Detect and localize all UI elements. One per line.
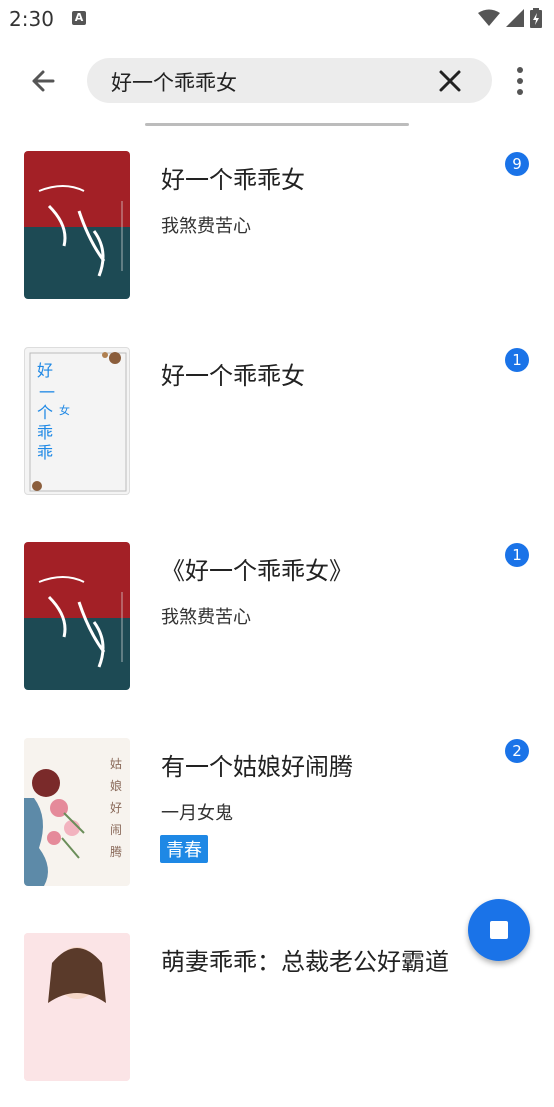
back-button[interactable] — [25, 63, 61, 99]
book-cover: 姑 娘 好 闹 腾 — [24, 738, 130, 886]
book-title: 有一个姑娘好闹腾 — [161, 753, 353, 781]
svg-text:个: 个 — [37, 403, 53, 422]
genre-tag: 青春 — [160, 835, 208, 863]
book-title: 好一个乖乖女 — [161, 362, 305, 390]
book-title: 萌妻乖乖：总裁老公好霸道 — [161, 948, 449, 976]
close-icon — [439, 70, 461, 92]
status-bar: 2:30 A — [0, 0, 554, 40]
more-vert-icon — [517, 67, 523, 95]
list-item[interactable]: 好一个乖乖女 我煞费苦心 9 — [0, 130, 554, 325]
book-author: 一月女鬼 — [161, 803, 233, 824]
book-cover — [24, 542, 130, 690]
scroll-indicator — [145, 123, 409, 126]
notification-icon: A — [72, 11, 86, 25]
svg-text:乖: 乖 — [37, 423, 53, 442]
svg-text:乖: 乖 — [37, 443, 53, 462]
more-options-button[interactable] — [510, 64, 530, 98]
stop-icon — [490, 921, 508, 939]
svg-text:腾: 腾 — [110, 844, 122, 859]
book-title: 《好一个乖乖女》 — [161, 557, 353, 585]
clear-search-button[interactable] — [438, 69, 462, 93]
status-time: 2:30 — [9, 7, 54, 31]
chapter-count-badge: 2 — [505, 739, 529, 763]
book-title: 好一个乖乖女 — [161, 166, 305, 194]
list-item[interactable]: 《好一个乖乖女》 我煞费苦心 1 — [0, 521, 554, 716]
search-toolbar: 好一个乖乖女 — [0, 50, 554, 110]
list-item[interactable]: 姑 娘 好 闹 腾 有一个姑娘好闹腾 一月女鬼 青春 2 — [0, 717, 554, 912]
svg-text:姑: 姑 — [110, 757, 122, 771]
wifi-icon — [478, 9, 500, 26]
arrow-back-icon — [32, 70, 55, 92]
list-item[interactable]: 好 一 个 女 乖 乖 好一个乖乖女 1 — [0, 326, 554, 521]
book-cover: 好 一 个 女 乖 乖 — [24, 347, 130, 495]
book-cover — [24, 151, 130, 299]
search-input[interactable]: 好一个乖乖女 — [111, 67, 237, 97]
chapter-count-badge: 9 — [505, 152, 529, 176]
chapter-count-badge: 1 — [505, 543, 529, 567]
svg-text:娘: 娘 — [110, 778, 122, 793]
signal-icon — [506, 9, 524, 27]
stop-fab-button[interactable] — [468, 899, 530, 961]
svg-text:好: 好 — [110, 801, 122, 815]
book-author: 我煞费苦心 — [161, 216, 251, 237]
svg-text:女: 女 — [59, 403, 70, 417]
battery-icon — [530, 8, 542, 28]
book-cover — [24, 933, 130, 1081]
chapter-count-badge: 1 — [505, 348, 529, 372]
svg-text:好: 好 — [37, 361, 53, 380]
svg-text:闹: 闹 — [110, 823, 122, 837]
status-icons — [478, 8, 542, 28]
search-field[interactable]: 好一个乖乖女 — [87, 58, 492, 103]
svg-text:一: 一 — [39, 383, 55, 402]
book-author: 我煞费苦心 — [161, 607, 251, 628]
